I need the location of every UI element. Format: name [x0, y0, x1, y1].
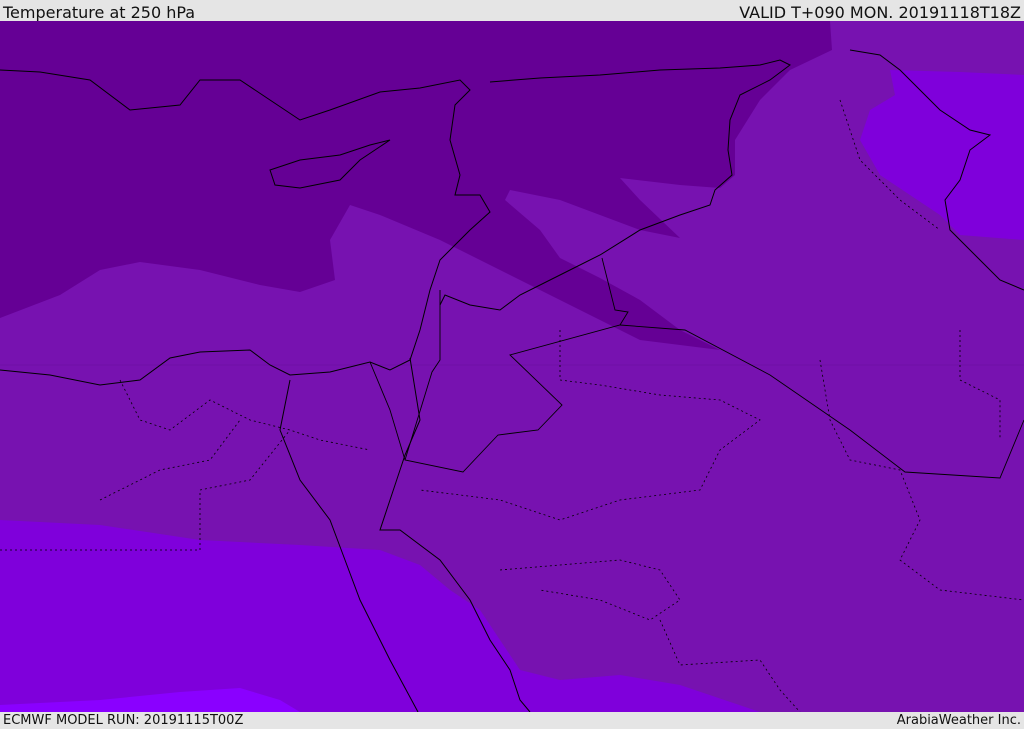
model-run: ECMWF MODEL RUN: 20191115T00Z — [3, 713, 244, 728]
footer-bar: ECMWF MODEL RUN: 20191115T00Z ArabiaWeat… — [0, 712, 1024, 729]
header-bar: Temperature at 250 hPa VALID T+090 MON. … — [0, 0, 1024, 22]
temperature-map — [0, 21, 1024, 712]
valid-time: VALID T+090 MON. 20191118T18Z — [739, 3, 1021, 22]
credit-text: ArabiaWeather Inc. — [896, 713, 1021, 728]
map-title: Temperature at 250 hPa — [3, 3, 196, 22]
